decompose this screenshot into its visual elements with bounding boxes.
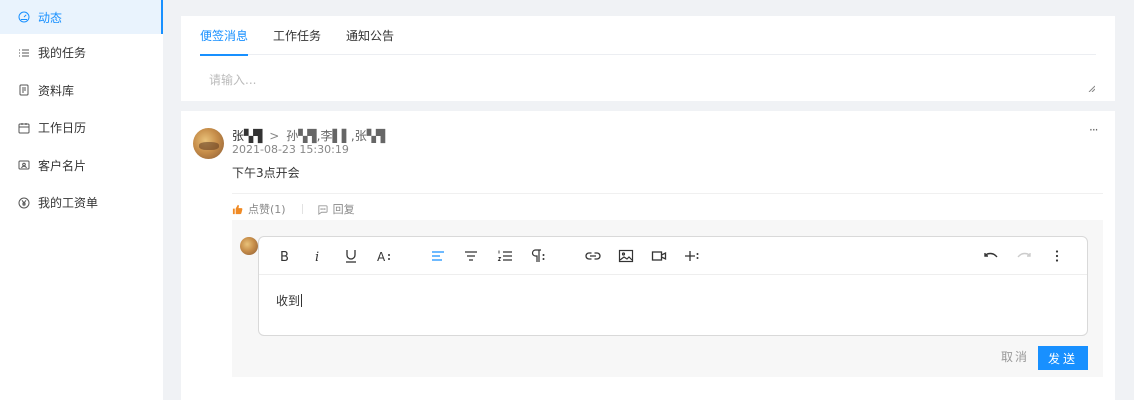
like-label: 点赞(1) <box>248 203 286 216</box>
editor-content[interactable]: 收到 <box>276 292 303 309</box>
sidebar-item-my-tasks[interactable]: 我的任务 <box>0 34 163 72</box>
align-left-icon <box>432 251 444 261</box>
post-time: 2021-08-23 15:30:19 <box>232 143 349 156</box>
video-button[interactable] <box>649 246 669 266</box>
post-author[interactable]: 张▚▜ <box>232 129 262 143</box>
avatar[interactable] <box>193 128 224 159</box>
image-button[interactable] <box>616 246 636 266</box>
document-icon <box>18 84 30 96</box>
svg-text:A: A <box>377 250 386 264</box>
calendar-icon <box>18 122 30 134</box>
compose-tabs: 便签消息 工作任务 通知公告 <box>200 16 1096 56</box>
sidebar-item-contact-cards[interactable]: 客户名片 <box>0 147 163 185</box>
text-caret <box>301 294 303 307</box>
insert-more-button[interactable] <box>682 246 702 266</box>
video-icon <box>651 251 667 261</box>
tab-announcement[interactable]: 通知公告 <box>346 16 394 55</box>
contact-card-icon <box>18 159 30 171</box>
italic-icon: i <box>315 250 319 264</box>
plus-icon <box>685 251 699 261</box>
ordered-list-icon <box>497 250 512 261</box>
list-icon <box>18 47 30 59</box>
reply-avatar <box>240 237 258 255</box>
tab-work-task[interactable]: 工作任务 <box>273 16 321 55</box>
sidebar-item-label: 我的任务 <box>38 46 87 61</box>
underline-button[interactable] <box>341 246 361 266</box>
reply-area: B i A 收到 取消 发送 <box>232 220 1103 377</box>
align-center-icon <box>465 251 477 261</box>
italic-button[interactable]: i <box>308 246 328 266</box>
link-button[interactable] <box>583 246 603 266</box>
font-size-button[interactable]: A <box>374 246 394 266</box>
reply-button[interactable]: 回复 <box>317 201 355 217</box>
link-icon <box>585 252 601 260</box>
divider <box>232 193 1103 194</box>
post-actions: 点赞(1) 回复 <box>232 201 355 217</box>
sidebar-item-label: 工作日历 <box>38 121 87 136</box>
more-tools-button[interactable] <box>1047 246 1067 266</box>
sidebar-item-work-calendar[interactable]: 工作日历 <box>0 109 163 147</box>
sidebar-item-label: 我的工资单 <box>38 196 99 211</box>
sidebar-item-label: 客户名片 <box>38 158 87 173</box>
more-options-button[interactable]: ··· <box>1089 124 1103 136</box>
post-recipients: 孙▚▜,李▌▌,张▚▜ <box>286 129 386 143</box>
bold-button[interactable]: B <box>275 246 295 266</box>
comment-icon <box>317 204 328 215</box>
resize-handle-icon[interactable] <box>1088 85 1095 92</box>
post-author-line: 张▚▜ > 孙▚▜,李▌▌,张▚▜ <box>232 127 385 144</box>
rich-text-editor: B i A 收到 <box>258 236 1088 336</box>
align-center-button[interactable] <box>461 246 481 266</box>
dashboard-icon <box>18 11 30 23</box>
compose-input[interactable] <box>200 68 1096 96</box>
sidebar-item-payslip[interactable]: 我的工资单 <box>0 184 163 222</box>
tab-memo[interactable]: 便签消息 <box>200 16 249 56</box>
align-left-button[interactable] <box>428 246 448 266</box>
post-content: 下午3点开会 <box>232 166 300 180</box>
compose-card: 便签消息 工作任务 通知公告 <box>181 16 1115 101</box>
yuan-icon <box>18 197 30 209</box>
bold-icon: B <box>280 250 289 264</box>
thumbs-up-icon <box>232 204 243 214</box>
sidebar: 动态 我的任务 资料库 工作日历 客户名片 我的工资单 <box>0 0 163 400</box>
action-separator <box>301 204 303 214</box>
ordered-list-button[interactable] <box>495 246 515 266</box>
like-button[interactable]: 点赞(1) <box>232 201 286 217</box>
sidebar-item-dynamics[interactable]: 动态 <box>0 0 163 34</box>
sidebar-item-library[interactable]: 资料库 <box>0 72 163 110</box>
undo-button[interactable] <box>981 246 1001 266</box>
svg-text:i: i <box>315 250 319 264</box>
send-button[interactable]: 发送 <box>1038 346 1088 370</box>
image-icon <box>618 249 634 263</box>
underline-icon <box>346 250 356 263</box>
vertical-dots-icon <box>1055 250 1059 262</box>
svg-text:B: B <box>280 250 289 264</box>
paragraph-icon <box>531 249 545 262</box>
paragraph-button[interactable] <box>528 246 548 266</box>
redo-icon <box>1017 252 1031 258</box>
redo-button[interactable] <box>1014 246 1034 266</box>
editor-text: 收到 <box>276 294 301 308</box>
undo-icon <box>984 252 998 258</box>
recipient-arrow: > <box>269 129 280 143</box>
editor-toolbar: B i A <box>259 237 1087 275</box>
font-size-icon: A <box>377 250 390 264</box>
sidebar-item-label: 资料库 <box>38 83 75 98</box>
cancel-button[interactable]: 取消 <box>1001 348 1029 365</box>
post-card: 张▚▜ > 孙▚▜,李▌▌,张▚▜ 2021-08-23 15:30:19 下午… <box>181 111 1115 400</box>
reply-label: 回复 <box>332 203 355 216</box>
sidebar-item-label: 动态 <box>38 10 63 25</box>
